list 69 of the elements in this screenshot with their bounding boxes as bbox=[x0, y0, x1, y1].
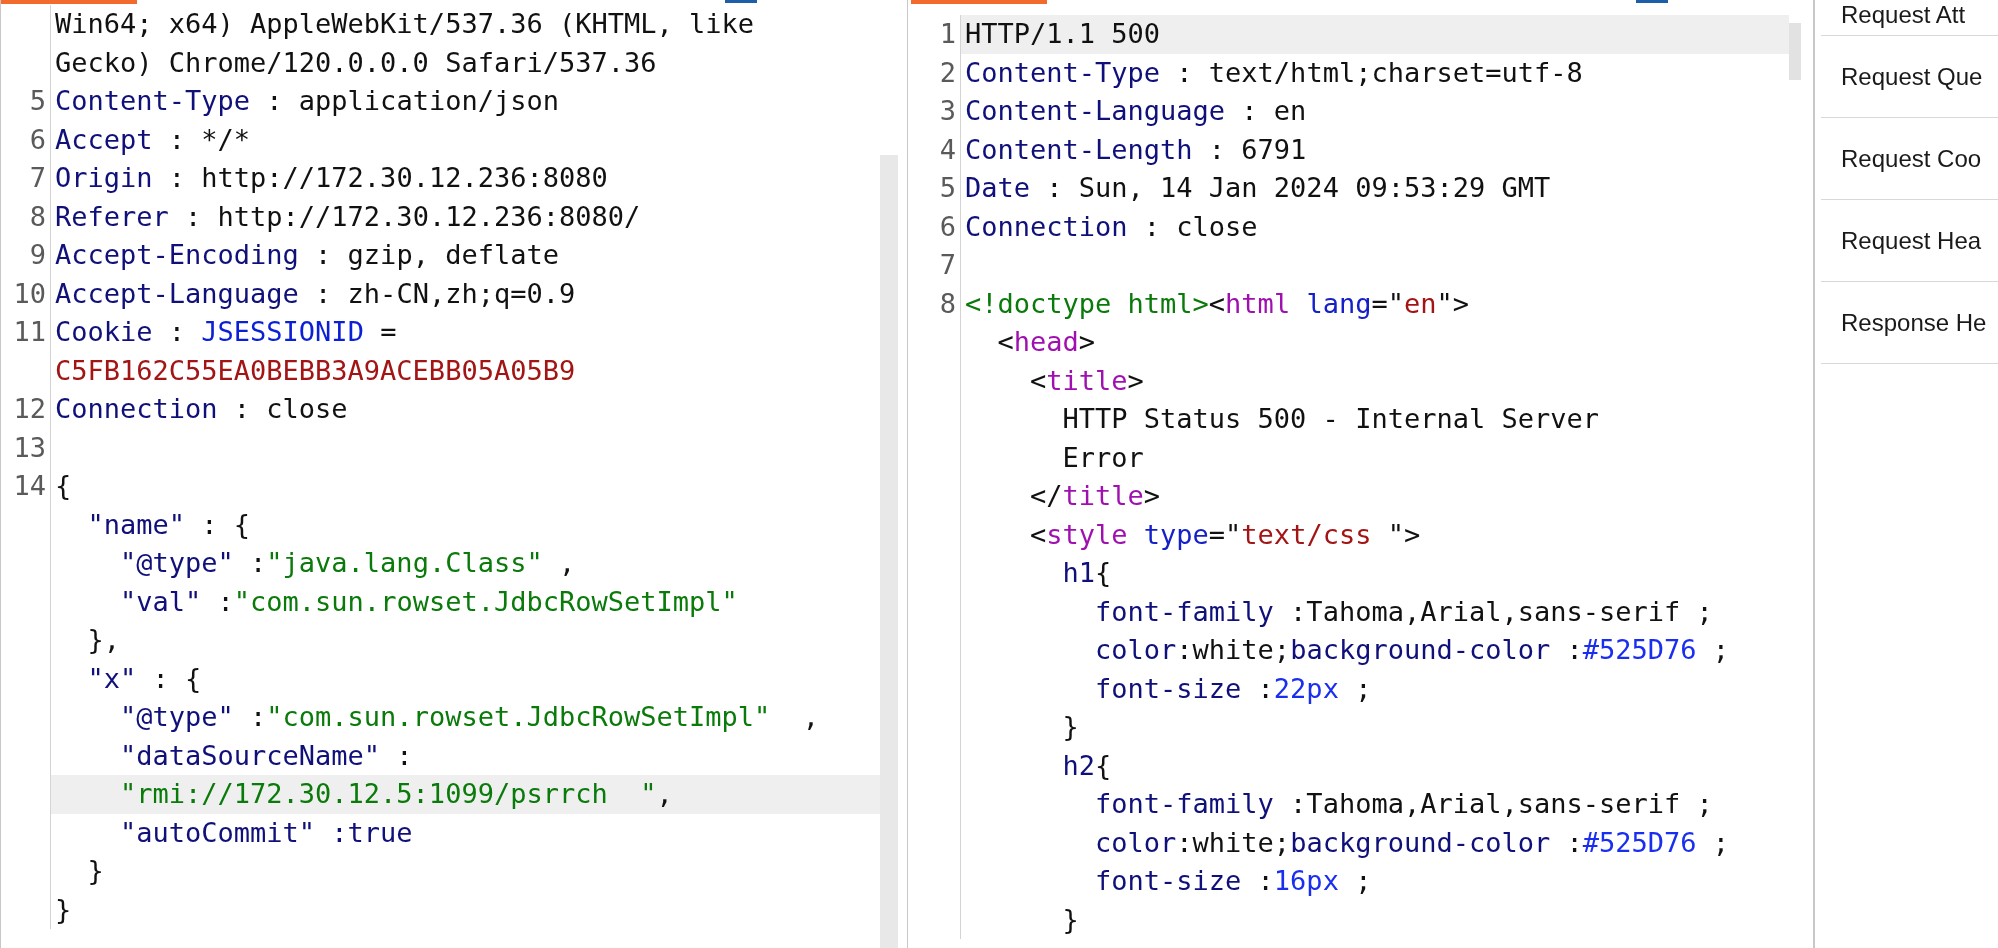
code-line: } bbox=[86, 854, 105, 888]
code-line: <title> bbox=[1029, 363, 1145, 398]
line-number: 12 bbox=[1, 390, 51, 429]
code-line: font-size :22px ; bbox=[1094, 671, 1373, 706]
code-line: "@type" :"java.lang.Class" , bbox=[119, 546, 577, 580]
code-line: }, bbox=[86, 623, 122, 657]
line-number: 14 bbox=[1, 467, 51, 506]
line-number: 7 bbox=[1, 159, 51, 198]
code-line: font-family :Tahoma,Arial,sans-serif ; bbox=[1094, 787, 1714, 821]
code-line: Accept-Language : zh-CN,zh;q=0.9 bbox=[54, 276, 577, 311]
code-line: color:white;background-color :#525D76 ; bbox=[1094, 633, 1731, 667]
line-number: 5 bbox=[1, 82, 51, 121]
code-line: Content-Type : application/json bbox=[54, 84, 560, 118]
inspector-item[interactable]: Request Hea bbox=[1821, 200, 1998, 282]
code-line: <style type="text/css "> bbox=[1029, 517, 1422, 552]
code-line: Referer : http://172.30.12.236:8080/ bbox=[54, 199, 642, 234]
inspector-item[interactable]: Request Coo bbox=[1821, 118, 1998, 200]
code-line: Origin : http://172.30.12.236:8080 bbox=[54, 161, 609, 195]
code-line: "name" : { bbox=[86, 507, 252, 542]
code-line: Content-Language : en bbox=[964, 94, 1308, 128]
code-line: { bbox=[54, 469, 73, 503]
code-line: <!doctype html><html lang="en"> bbox=[964, 286, 1470, 321]
code-line: Error bbox=[1061, 440, 1145, 475]
code-line: Connection : close bbox=[964, 209, 1259, 244]
code-line: } bbox=[1061, 710, 1080, 744]
line-number: 2 bbox=[908, 53, 961, 92]
code-line: Win64; x64) AppleWebKit/537.36 (KHTML, like bbox=[54, 7, 755, 41]
scrollbar-thumb[interactable] bbox=[1789, 23, 1801, 80]
code-line: color:white;background-color :#525D76 ; bbox=[1094, 825, 1731, 860]
code-line: Accept-Encoding : gzip, deflate bbox=[54, 238, 560, 272]
code-line: Gecko) Chrome/120.0.0.0 Safari/537.36 bbox=[54, 45, 658, 80]
inspector-item[interactable]: Request Que bbox=[1821, 36, 1998, 118]
line-number: 7 bbox=[908, 246, 961, 285]
code-line: <head> bbox=[996, 325, 1097, 359]
line-number: 8 bbox=[1, 197, 51, 236]
line-number: 5 bbox=[908, 169, 961, 208]
code-line: Content-Type : text/html;charset=utf-8 bbox=[964, 55, 1584, 90]
code-line: Cookie : JSESSIONID = bbox=[54, 315, 398, 349]
code-line: font-family :Tahoma,Arial,sans-serif ; bbox=[1094, 594, 1714, 629]
code-line: HTTP Status 500 - Internal Server bbox=[1061, 402, 1600, 436]
code-line: Accept : */* bbox=[54, 122, 252, 157]
code-line: h2{ bbox=[1061, 748, 1113, 783]
toggle-icon[interactable] bbox=[1636, 0, 1668, 3]
line-number: 8 bbox=[908, 284, 961, 323]
code-line: Connection : close bbox=[54, 392, 349, 426]
code-line: } bbox=[54, 892, 73, 927]
line-number: 13 bbox=[1, 428, 51, 467]
code-line: font-size :16px ; bbox=[1094, 864, 1373, 898]
code-line: "x" : { bbox=[86, 661, 203, 696]
line-number: 11 bbox=[1, 313, 51, 352]
code-line: Date : Sun, 14 Jan 2024 09:53:29 GMT bbox=[964, 171, 1552, 205]
code-line: "autoCommit" :true bbox=[119, 815, 414, 850]
line-number: 9 bbox=[1, 236, 51, 275]
code-line: h1{ bbox=[1061, 556, 1113, 590]
toggle-icon[interactable] bbox=[725, 0, 757, 3]
inspector-item[interactable]: Request Att bbox=[1821, 0, 1998, 36]
code-line: } bbox=[1061, 902, 1080, 937]
code-line: "@type" :"com.sun.rowset.JdbcRowSetImpl" , bbox=[119, 700, 821, 734]
line-number: 4 bbox=[908, 130, 961, 169]
line-number: 6 bbox=[1, 120, 51, 159]
line-number: 6 bbox=[908, 207, 961, 246]
code-line: "val" :"com.sun.rowset.JdbcRowSetImpl" bbox=[119, 584, 739, 619]
code-line: </title> bbox=[1029, 479, 1162, 513]
code-line: "dataSourceName" : bbox=[119, 738, 414, 773]
code-line: Content-Length : 6791 bbox=[964, 132, 1308, 167]
code-line: C5FB162C55EA0BEBB3A9ACEBB05A05B9 bbox=[54, 353, 577, 388]
inspector-item[interactable]: Response He bbox=[1821, 282, 1998, 364]
line-number: 10 bbox=[1, 274, 51, 313]
line-number: 3 bbox=[908, 92, 961, 131]
